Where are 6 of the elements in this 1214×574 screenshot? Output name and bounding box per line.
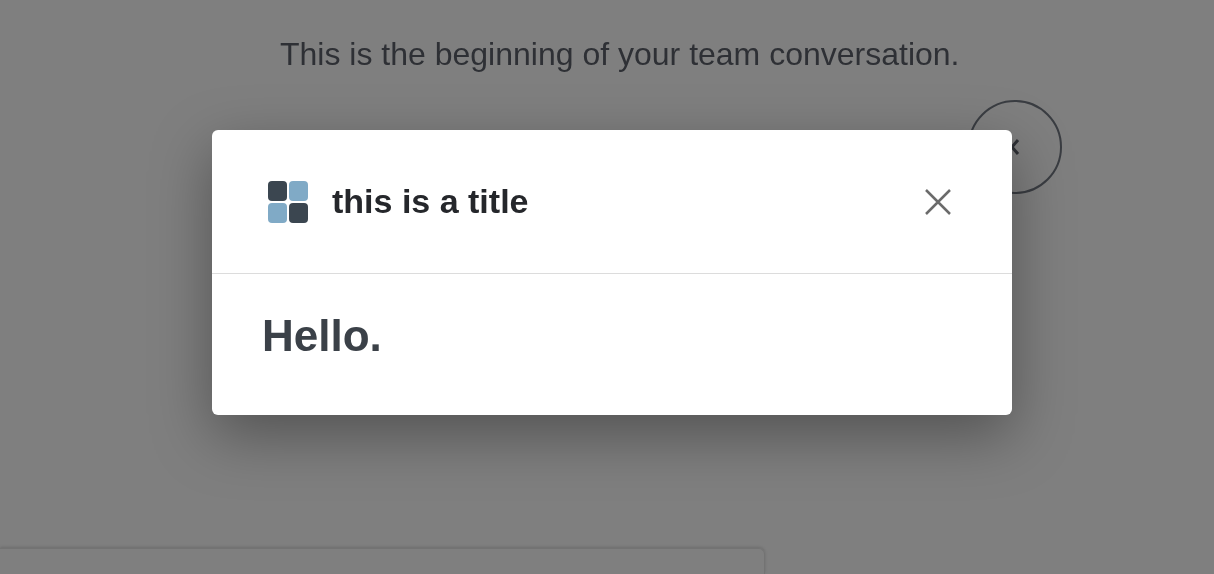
chevron-left-icon	[1009, 138, 1021, 156]
dialog-title: this is a title	[332, 181, 529, 222]
close-icon	[925, 188, 951, 215]
conversation-intro: This is the beginning of your team conversation.	[280, 35, 960, 74]
app-logo-icon	[268, 180, 308, 223]
dialog-message: Hello.	[262, 310, 382, 362]
